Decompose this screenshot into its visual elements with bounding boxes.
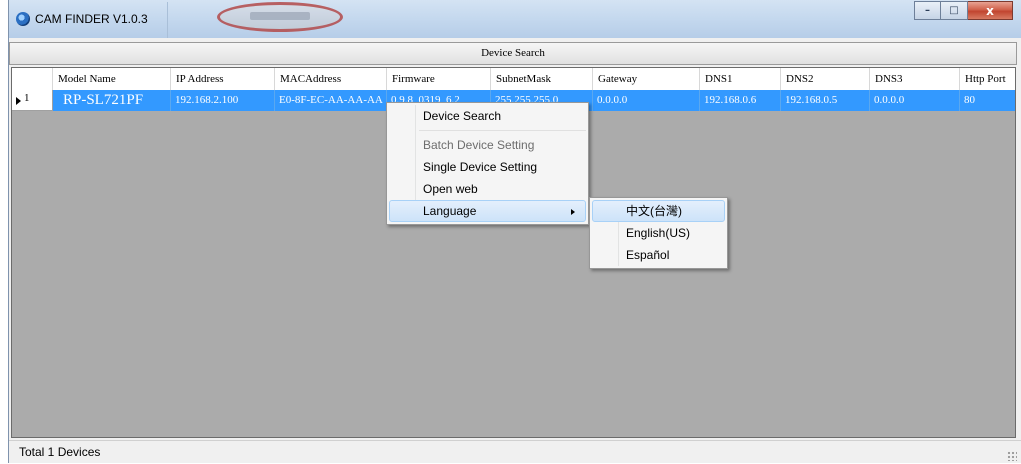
column-header-dns3[interactable]: DNS3 (870, 68, 960, 90)
app-camera-icon (16, 12, 30, 26)
cell-dns1[interactable]: 192.168.0.6 (700, 90, 781, 111)
window-title: CAM FINDER V1.0.3 (35, 12, 148, 26)
column-header-subnet-mask[interactable]: SubnetMask (491, 68, 593, 90)
cell-ip-address[interactable]: 192.168.2.100 (171, 90, 275, 111)
column-header-gateway[interactable]: Gateway (593, 68, 700, 90)
column-header-firmware[interactable]: Firmware (387, 68, 491, 90)
cell-dns2[interactable]: 192.168.0.5 (781, 90, 870, 111)
cell-gateway[interactable]: 0.0.0.0 (593, 90, 700, 111)
column-header-ip-address[interactable]: IP Address (171, 68, 275, 90)
context-menu: Device Search Batch Device Setting Singl… (386, 102, 589, 225)
total-devices-label: Total 1 Devices (19, 445, 101, 459)
current-row-arrow-icon (16, 97, 21, 105)
menu-item-batch-device-setting[interactable]: Batch Device Setting (389, 134, 586, 156)
menu-item-single-device-setting[interactable]: Single Device Setting (389, 156, 586, 178)
grid-header: Model Name IP Address MACAddress Firmwar… (12, 68, 1015, 91)
submenu-arrow-icon (571, 209, 575, 215)
close-button[interactable]: x (968, 1, 1013, 20)
window-controls: – □ x (914, 1, 1013, 21)
resize-grip-icon[interactable] (1007, 451, 1017, 461)
row-header[interactable]: 1 (12, 90, 53, 111)
status-bar: Total 1 Devices (9, 440, 1021, 464)
column-header-model-name[interactable]: Model Name (53, 68, 171, 90)
language-option-chinese[interactable]: 中文(台灣) (592, 200, 725, 222)
cell-dns3[interactable]: 0.0.0.0 (870, 90, 960, 111)
cell-model-name[interactable]: RP-SL721PF (53, 90, 171, 111)
language-option-english[interactable]: English(US) (592, 222, 725, 244)
language-option-spanish[interactable]: Español (592, 244, 725, 266)
device-search-button[interactable]: Device Search (9, 42, 1017, 65)
cell-mac-address[interactable]: E0-8F-EC-AA-AA-AA (275, 90, 387, 111)
menu-separator (419, 130, 586, 131)
app-window: CAM FINDER V1.0.3 – □ x Device Search Mo… (8, 0, 1021, 463)
cell-http-port[interactable]: 80 (960, 90, 1015, 111)
column-header-http-port[interactable]: Http Port (960, 68, 1015, 90)
minimize-button[interactable]: – (914, 1, 941, 20)
row-header-corner (12, 68, 53, 90)
menu-item-language[interactable]: Language (389, 200, 586, 222)
column-header-mac-address[interactable]: MACAddress (275, 68, 387, 90)
blurred-title-tab (217, 2, 343, 32)
language-submenu: 中文(台灣) English(US) Español (589, 197, 728, 269)
menu-item-language-label: Language (423, 204, 477, 218)
menu-item-device-search[interactable]: Device Search (389, 105, 586, 127)
column-header-dns1[interactable]: DNS1 (700, 68, 781, 90)
maximize-button[interactable]: □ (941, 1, 968, 20)
row-number: 1 (24, 92, 30, 104)
menu-item-open-web[interactable]: Open web (389, 178, 586, 200)
column-header-dns2[interactable]: DNS2 (781, 68, 870, 90)
title-divider (167, 2, 168, 38)
title-bar[interactable]: CAM FINDER V1.0.3 – □ x (9, 0, 1021, 38)
